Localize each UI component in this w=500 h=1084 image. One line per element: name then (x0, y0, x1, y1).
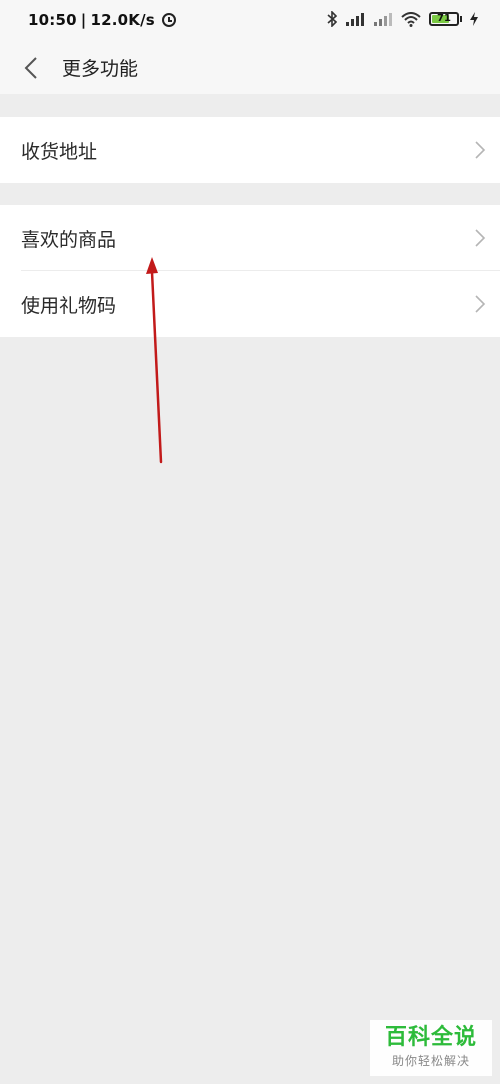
wifi-icon (401, 11, 421, 27)
chevron-right-icon (475, 141, 486, 159)
battery-level: 71 (437, 13, 451, 24)
chevron-right-icon (475, 229, 486, 247)
list-item-label: 喜欢的商品 (21, 229, 117, 251)
chevron-left-icon (24, 57, 37, 79)
status-time: 10:50 (28, 11, 77, 29)
watermark-logo: 百科全说 助你轻松解决 (370, 1020, 492, 1076)
watermark-sub: 助你轻松解决 (391, 1054, 470, 1068)
list-item-label: 使用礼物码 (21, 295, 117, 317)
battery-icon: 71 (429, 12, 459, 26)
back-button[interactable] (14, 52, 48, 84)
list-item-redeem-gift-code[interactable]: 使用礼物码 (0, 271, 500, 337)
list-item-favorite-products[interactable]: 喜欢的商品 (0, 205, 500, 271)
signal-icon (346, 13, 364, 26)
status-left: 10:50 | 12.0K/s (28, 11, 177, 29)
status-right: 71 (327, 11, 478, 27)
status-separator: | (80, 11, 87, 29)
settings-group-2: 喜欢的商品 使用礼物码 (0, 205, 500, 337)
app-header: 更多功能 (0, 42, 500, 94)
bluetooth-icon (327, 11, 337, 27)
watermark-main: 百科全说 (384, 1025, 477, 1050)
settings-group-1: 收货地址 (0, 117, 500, 183)
list-item-label: 收货地址 (21, 141, 98, 163)
signal-icon-2 (374, 13, 392, 26)
data-saver-icon (161, 13, 176, 27)
charging-icon (470, 12, 478, 26)
page-title: 更多功能 (62, 58, 139, 80)
list-item-shipping-address[interactable]: 收货地址 (0, 117, 500, 183)
chevron-right-icon (475, 295, 486, 313)
status-bar: 10:50 | 12.0K/s 71 (0, 0, 500, 42)
network-speed: 12.0K/s (90, 11, 155, 29)
battery-tip (460, 16, 462, 22)
